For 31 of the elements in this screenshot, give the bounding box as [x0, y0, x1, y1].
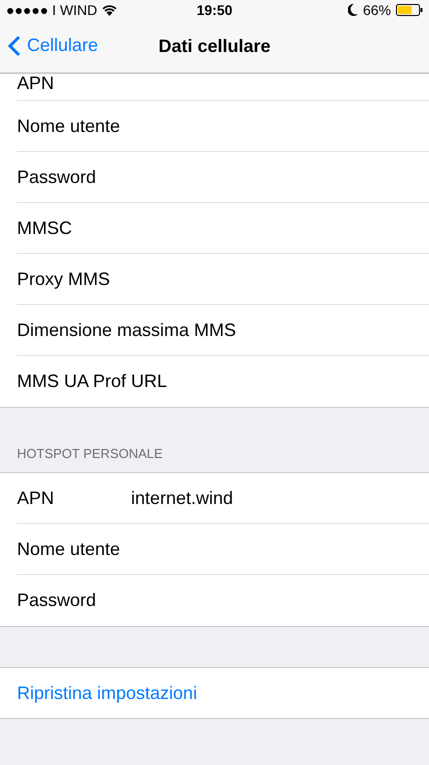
back-chevron-icon — [8, 34, 21, 56]
row-label: Password — [17, 589, 98, 612]
settings-row[interactable]: Password — [0, 575, 429, 626]
row-label: MMSC — [17, 216, 73, 240]
battery-percent: 66% — [362, 0, 391, 20]
settings-row[interactable]: Password — [0, 152, 429, 203]
row-label: Dimensione massima MMS — [17, 318, 236, 342]
row-value: internet.wind — [131, 486, 234, 510]
row-label: Proxy MMS — [17, 268, 112, 291]
row-label: APN — [17, 486, 56, 510]
wifi-icon — [102, 4, 118, 16]
moon-icon — [348, 4, 358, 16]
settings-row[interactable]: Nome utente — [0, 524, 429, 575]
settings-row[interactable]: MMS UA Prof URL — [0, 356, 429, 407]
row-label: Nome utente — [17, 114, 122, 138]
settings-row[interactable]: Nome utente — [0, 101, 429, 152]
settings-row[interactable]: MMSC — [0, 203, 429, 254]
row-label: Password — [17, 166, 98, 188]
row-label: MMS UA Prof URL — [17, 370, 168, 393]
battery-icon — [396, 4, 423, 16]
row-label: APN — [17, 74, 56, 92]
settings-row[interactable]: Proxy MMS — [0, 254, 429, 305]
carrier-text: ●●●●● I WIND — [6, 0, 98, 20]
clock-text: 19:50 — [196, 0, 232, 20]
nav-title: Dati cellulare — [158, 34, 271, 58]
settings-row[interactable]: Dimensione massima MMS — [0, 305, 429, 356]
settings-row[interactable]: APN — [0, 74, 429, 101]
row-label: Nome utente — [17, 538, 122, 560]
settings-row[interactable]: APN internet.wind — [0, 473, 429, 524]
back-button[interactable]: Cellulare — [8, 32, 98, 59]
section-header: HOTSPOT PERSONALE — [17, 445, 163, 463]
